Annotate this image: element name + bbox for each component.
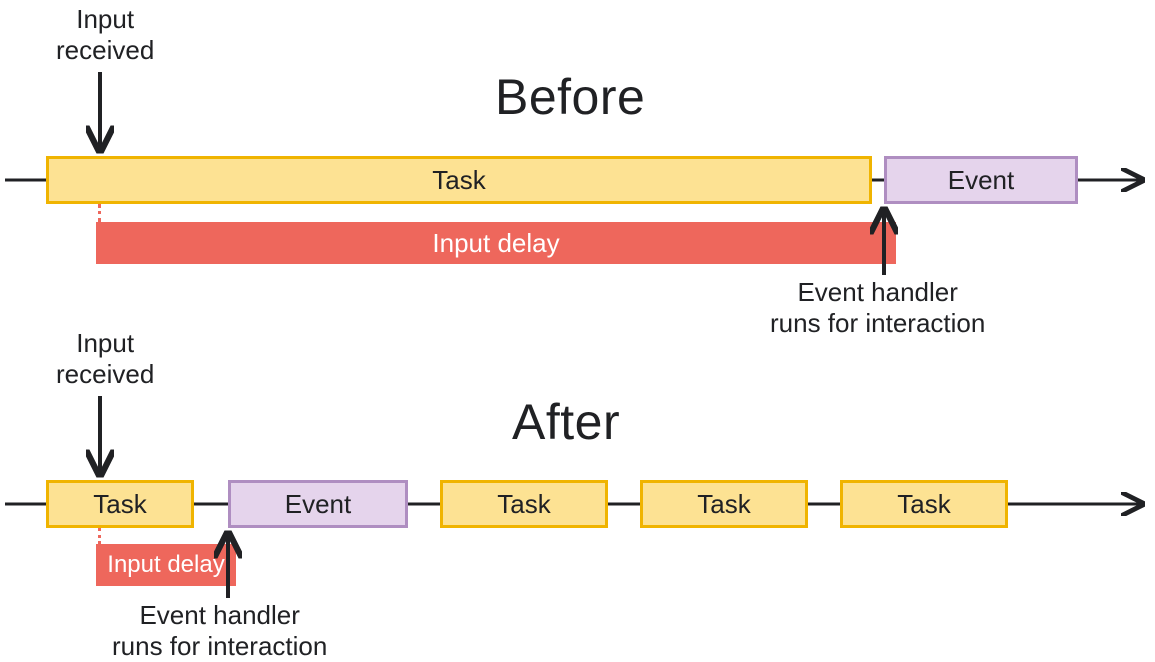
before-event-box: Event bbox=[884, 156, 1078, 204]
before-dotted-connector bbox=[98, 204, 101, 222]
before-heading: Before bbox=[495, 68, 645, 126]
after-task-label-4: Task bbox=[897, 489, 950, 520]
before-handler-caption: Event handler runs for interaction bbox=[770, 277, 985, 339]
before-task-label: Task bbox=[432, 165, 485, 196]
after-event-box: Event bbox=[228, 480, 408, 528]
after-task-label-3: Task bbox=[697, 489, 750, 520]
after-task-box-3: Task bbox=[640, 480, 808, 528]
after-task-box-4: Task bbox=[840, 480, 1008, 528]
after-dotted-connector bbox=[98, 528, 101, 544]
after-task-box-2: Task bbox=[440, 480, 608, 528]
after-task-label-1: Task bbox=[93, 489, 146, 520]
before-task-box: Task bbox=[46, 156, 872, 204]
after-input-received-caption: Input received bbox=[56, 328, 154, 390]
after-task-label-2: Task bbox=[497, 489, 550, 520]
before-input-received-caption: Input received bbox=[56, 4, 154, 66]
after-event-label: Event bbox=[285, 489, 352, 520]
after-input-delay-box: Input delay bbox=[96, 544, 236, 586]
diagram-root: Before Input received Task Event Input d… bbox=[0, 0, 1155, 647]
before-event-label: Event bbox=[948, 165, 1015, 196]
after-heading: After bbox=[512, 393, 620, 451]
after-input-delay-label: Input delay bbox=[107, 551, 224, 579]
before-input-delay-label: Input delay bbox=[432, 228, 559, 259]
after-task-box-1: Task bbox=[46, 480, 194, 528]
after-handler-caption: Event handler runs for interaction bbox=[112, 600, 327, 662]
before-input-delay-box: Input delay bbox=[96, 222, 896, 264]
